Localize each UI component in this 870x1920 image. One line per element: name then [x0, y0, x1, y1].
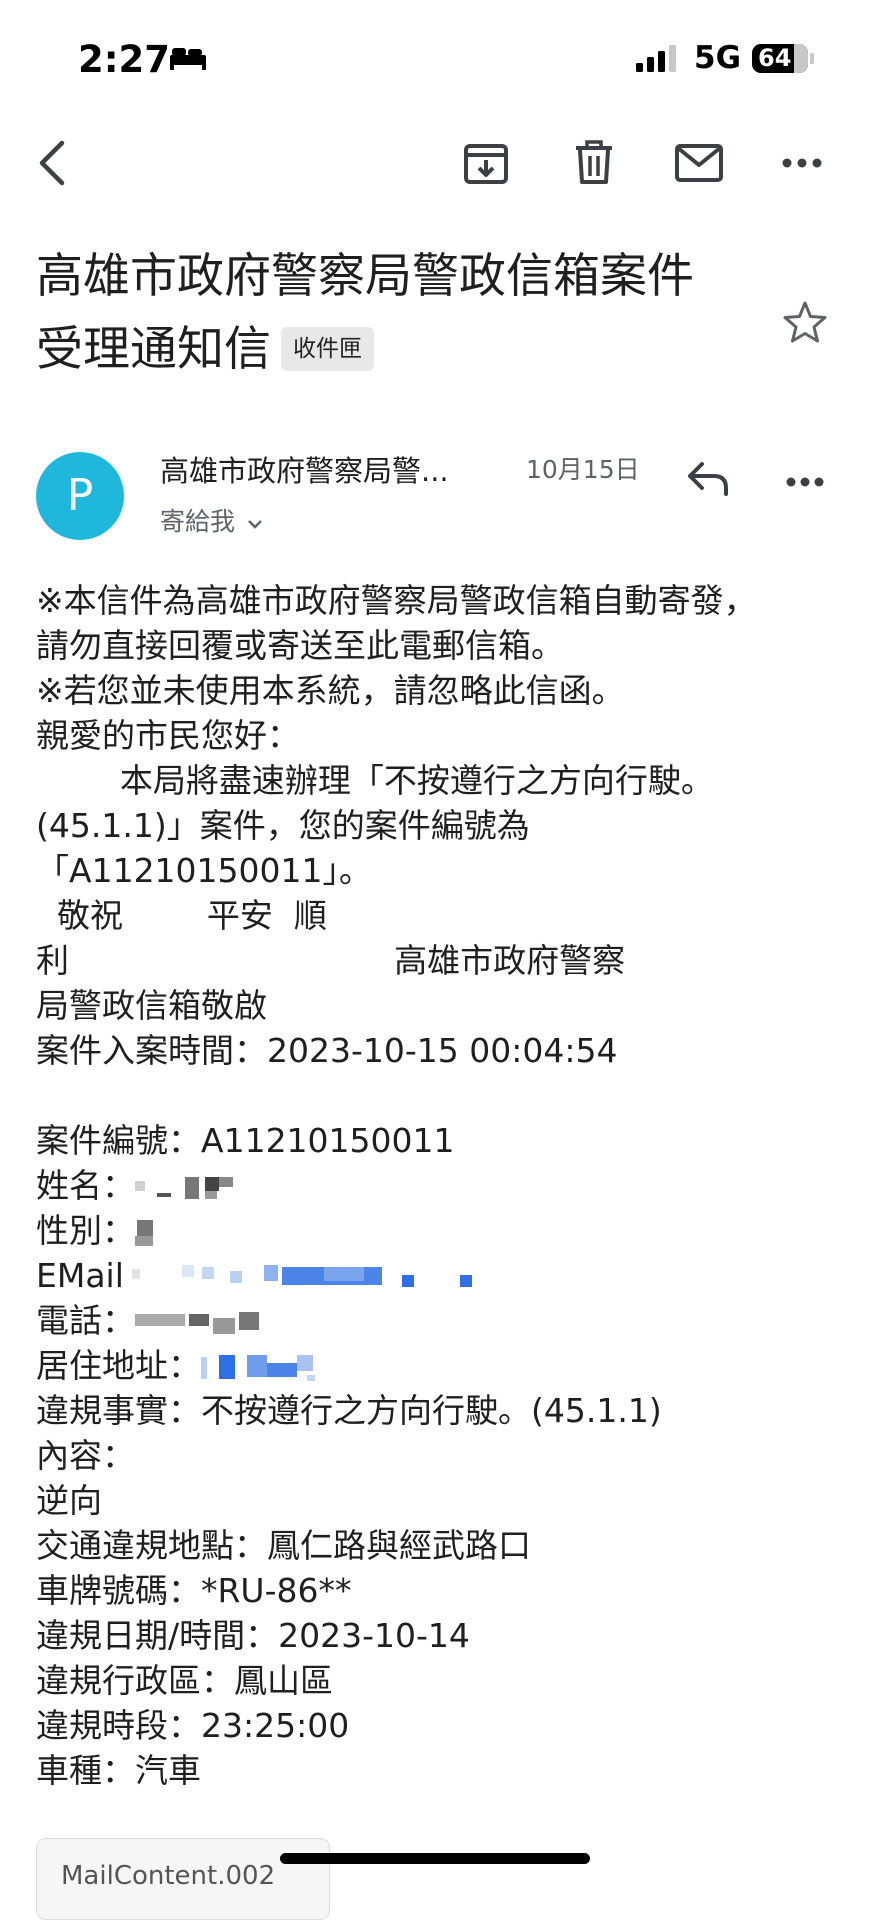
message-more-button[interactable]	[786, 472, 824, 491]
phone-label: 電話：	[36, 1301, 135, 1340]
name-label: 姓名：	[36, 1166, 135, 1205]
body-line: 車牌號碼：*RU-86**	[36, 1571, 352, 1610]
body-line: ※若您並未使用本系統，請忽略此信函。	[36, 671, 625, 710]
email-body: ※本信件為高雄市政府警察局警政信箱自動寄發， 請勿直接回覆或寄送至此電郵信箱。 …	[36, 578, 826, 1793]
body-line: 車種：汽車	[36, 1751, 201, 1790]
battery-tip	[810, 53, 814, 64]
phone-row: 電話：	[36, 1298, 826, 1343]
body-line: 違規日期/時間：2023-10-14	[36, 1616, 470, 1655]
reply-button[interactable]	[686, 458, 730, 502]
chevron-down-icon	[248, 520, 262, 529]
mail-icon	[675, 144, 723, 182]
subject-line-2: 受理通知信	[36, 322, 271, 377]
address-label: 居住地址：	[36, 1346, 201, 1385]
subject-line-1: 高雄市政府警察局警政信箱案件	[36, 249, 694, 304]
body-line: 本局將盡速辦理「不按遵行之方向行駛。	[36, 761, 714, 800]
cellular-signal-icon	[636, 45, 676, 72]
body-line: 親愛的市民您好：	[36, 716, 300, 755]
attachment-chip[interactable]: MailContent.002	[36, 1838, 330, 1920]
body-line: 逆向	[36, 1481, 102, 1520]
back-arrow-icon	[39, 140, 65, 186]
body-line: 內容：	[36, 1436, 135, 1475]
body-line: 交通違規地點：鳳仁路與經武路口	[36, 1526, 531, 1565]
to-me-label: 寄給我	[160, 507, 236, 536]
status-time: 2:27	[78, 38, 171, 81]
sender-avatar[interactable]: P	[36, 452, 124, 540]
email-label: EMail	[36, 1256, 124, 1295]
body-line: 案件編號：A11210150011	[36, 1121, 455, 1160]
trash-icon	[576, 140, 612, 184]
redacted-email	[131, 1264, 472, 1287]
battery-level: 64	[758, 44, 792, 72]
body-line: 違規時段：23:25:00	[36, 1706, 350, 1745]
body-line: 違規行政區：鳳山區	[36, 1661, 333, 1700]
sender-name[interactable]: 高雄市政府警察局警...	[160, 448, 449, 490]
body-line: 違規事實：不按遵行之方向行駛。(45.1.1)	[36, 1391, 662, 1430]
star-button[interactable]	[782, 300, 828, 348]
body-line: 案件入案時間：2023-10-15 00:04:54	[36, 1031, 618, 1070]
body-line: ※本信件為高雄市政府警察局警政信箱自動寄發，	[36, 581, 757, 620]
address-row: 居住地址：	[36, 1343, 826, 1388]
more-options-button[interactable]	[780, 138, 824, 188]
status-bar: 2:27 5G 64	[0, 0, 870, 110]
inbox-label-chip[interactable]: 收件匣	[281, 326, 374, 371]
more-icon	[782, 158, 822, 168]
body-line: 「A11210150011」。	[36, 851, 373, 890]
archive-icon	[464, 144, 508, 184]
gender-label: 性別：	[36, 1211, 135, 1250]
reply-icon	[688, 462, 728, 496]
redacted-address	[201, 1354, 315, 1381]
email-date: 10月15日	[526, 455, 640, 484]
battery-icon: 64	[752, 44, 808, 73]
body-line: 敬祝 平安 順	[36, 896, 327, 935]
back-button[interactable]	[32, 138, 72, 188]
redacted-name	[135, 1176, 233, 1199]
name-row: 姓名：	[36, 1163, 826, 1208]
redacted-phone	[135, 1311, 259, 1334]
email-row: EMail	[36, 1253, 826, 1298]
mark-unread-button[interactable]	[674, 138, 724, 188]
archive-button[interactable]	[462, 138, 510, 188]
network-type: 5G	[694, 40, 742, 76]
body-line: 請勿直接回覆或寄送至此電郵信箱。	[36, 626, 564, 665]
redacted-gender	[135, 1219, 153, 1246]
star-icon	[783, 301, 827, 343]
sleep-focus-icon	[170, 48, 206, 70]
home-indicator[interactable]	[280, 1853, 590, 1864]
delete-button[interactable]	[572, 138, 616, 188]
recipient-details-toggle[interactable]: 寄給我	[160, 502, 263, 538]
more-icon	[786, 477, 824, 487]
body-line: (45.1.1)」案件，您的案件編號為	[36, 806, 530, 845]
email-subject: 高雄市政府警察局警政信箱案件 受理通知信 收件匣	[36, 240, 766, 386]
body-line: 利 高雄市政府警察	[36, 941, 626, 980]
body-line: 局警政信箱敬啟	[36, 986, 267, 1025]
gender-row: 性別：	[36, 1208, 826, 1253]
attachment-name: MailContent.002	[61, 1861, 276, 1891]
